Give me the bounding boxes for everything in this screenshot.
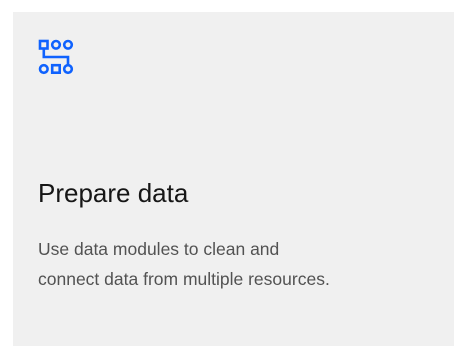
tile-description: Use data modules to clean and connect da…	[38, 239, 330, 289]
tile-title: Prepare data	[38, 178, 189, 208]
data-flow-icon	[38, 39, 74, 75]
prepare-data-tile[interactable]: Prepare data Use data modules to clean a…	[13, 12, 454, 346]
